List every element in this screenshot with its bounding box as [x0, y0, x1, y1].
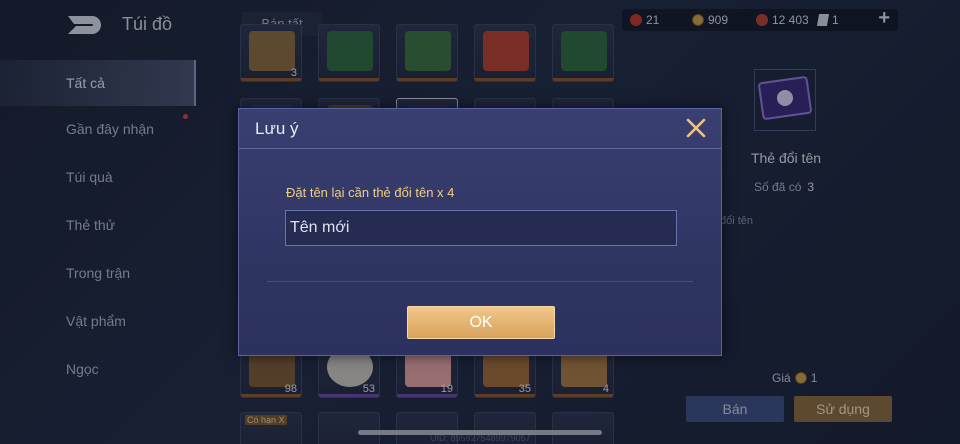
dialog-message: Đặt tên lại cần thẻ đổi tên x 4 [286, 185, 455, 200]
rename-dialog: Lưu ý Đặt tên lại cần thẻ đổi tên x 4 OK [238, 108, 722, 356]
dialog-title: Lưu ý [255, 119, 299, 138]
divider [267, 281, 693, 282]
close-icon[interactable] [685, 117, 707, 139]
ok-button[interactable]: OK [407, 306, 555, 339]
dialog-header: Lưu ý [239, 109, 721, 149]
new-name-input[interactable] [285, 210, 677, 246]
